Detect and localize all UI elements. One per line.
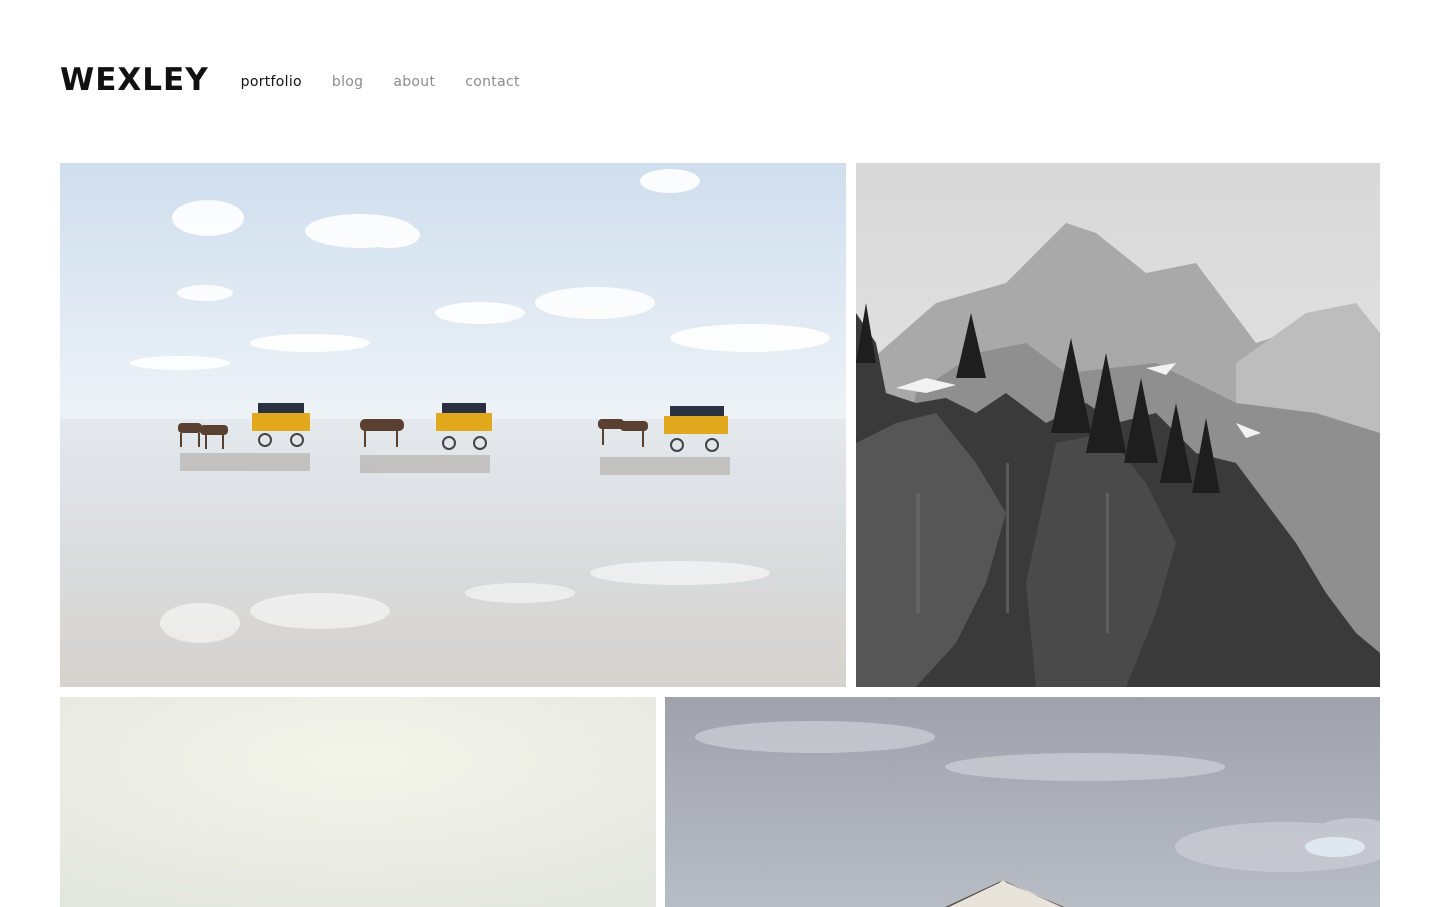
photo-barn-overcast[interactable] bbox=[665, 697, 1380, 907]
mountain-cliff-image bbox=[856, 163, 1380, 687]
site-logo[interactable]: WEXLEY bbox=[60, 60, 209, 100]
barn-overcast-image bbox=[665, 697, 1380, 907]
site-header: WEXLEY portfolio blog about contact bbox=[60, 60, 550, 100]
main-nav: portfolio blog about contact bbox=[241, 74, 550, 90]
photo-beach-carriages[interactable] bbox=[60, 163, 846, 687]
nav-link-blog[interactable]: blog bbox=[332, 74, 363, 90]
photo-foggy-landscape[interactable] bbox=[60, 697, 656, 907]
photo-mountain-cliff[interactable] bbox=[856, 163, 1380, 687]
foggy-landscape-image bbox=[60, 697, 656, 907]
nav-link-contact[interactable]: contact bbox=[465, 74, 520, 90]
beach-carriages-image bbox=[60, 163, 846, 687]
nav-link-portfolio[interactable]: portfolio bbox=[241, 74, 302, 90]
nav-link-about[interactable]: about bbox=[393, 74, 435, 90]
